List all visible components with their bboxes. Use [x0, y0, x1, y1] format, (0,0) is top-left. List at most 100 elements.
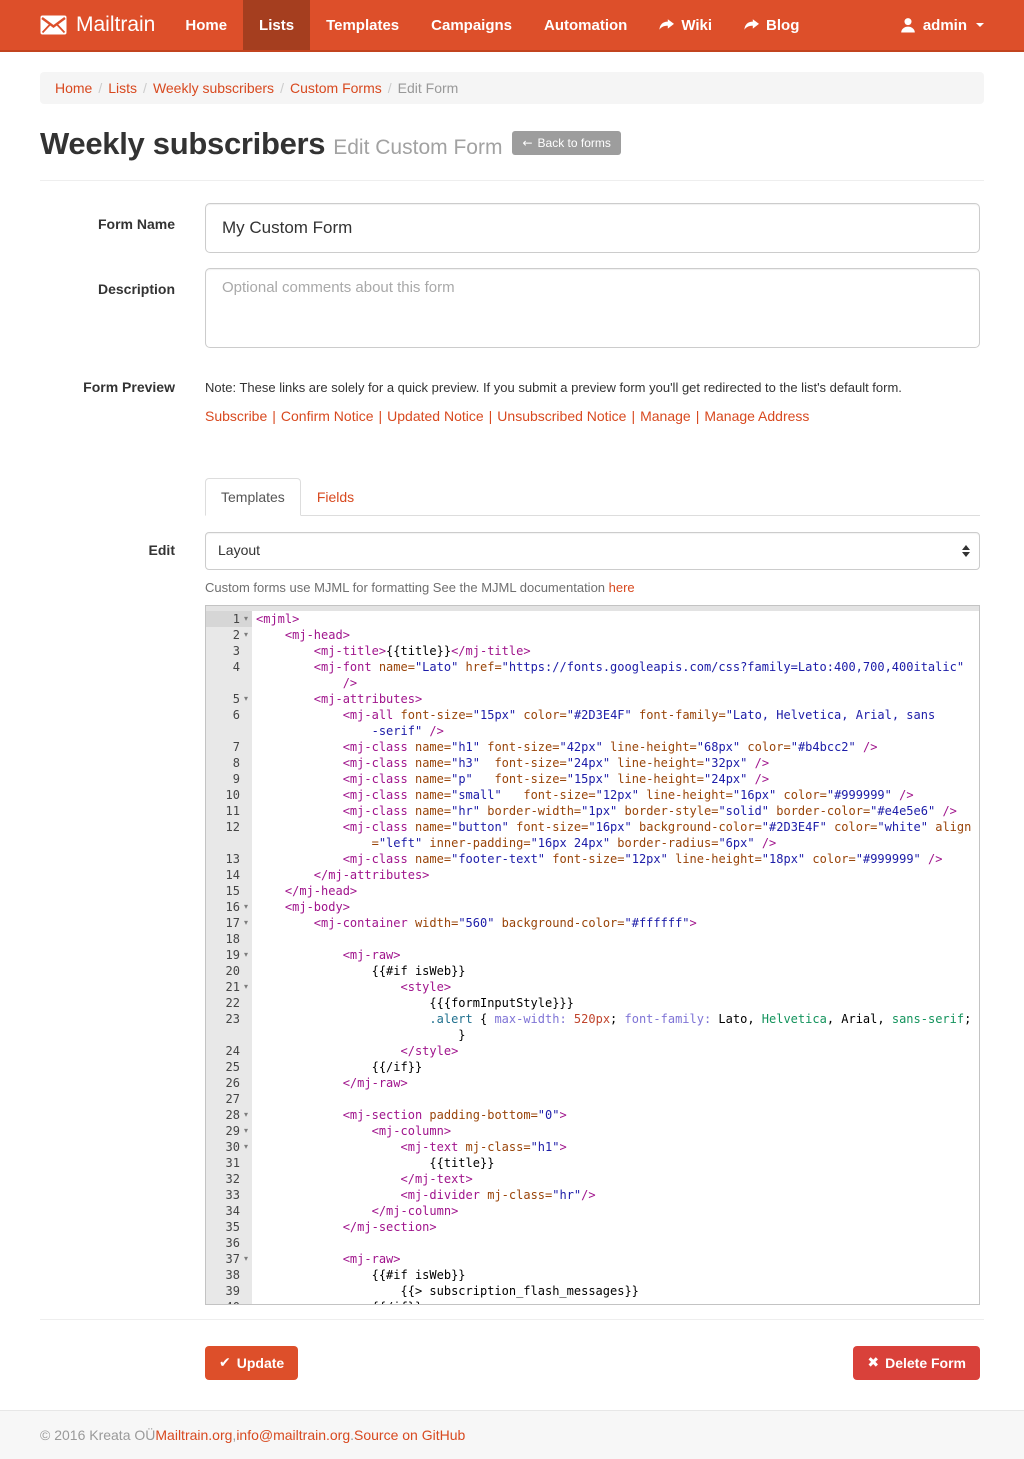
code-line-25[interactable]: 25 {{/if}}	[206, 1059, 979, 1075]
code-line-37[interactable]: 37▾ <mj-raw>	[206, 1251, 979, 1267]
nav-item-label: Wiki	[681, 17, 712, 34]
code-line-35[interactable]: 35 </mj-section>	[206, 1219, 979, 1235]
nav-item-campaigns[interactable]: Campaigns	[415, 0, 528, 50]
code-line-1[interactable]: 1▾<mjml>	[206, 611, 979, 627]
line-number: 25	[226, 1059, 240, 1075]
description-textarea[interactable]	[205, 268, 980, 348]
preview-link-subscribe[interactable]: Subscribe	[205, 408, 267, 424]
delete-form-button[interactable]: ✖Delete Form	[853, 1346, 980, 1380]
preview-link-updated-notice[interactable]: Updated Notice	[387, 408, 484, 424]
code-text: <mj-class name="small" font-size="12px" …	[252, 787, 914, 803]
code-line-27[interactable]: 27	[206, 1091, 979, 1107]
code-line-39[interactable]: 39 {{> subscription_flash_messages}}	[206, 1283, 979, 1299]
code-line-wrap[interactable]: />	[206, 675, 979, 691]
breadcrumb-link-home[interactable]: Home	[55, 80, 92, 96]
share-arrow-icon	[744, 19, 759, 32]
code-line-17[interactable]: 17▾ <mj-container width="560" background…	[206, 915, 979, 931]
code-line-8[interactable]: 8 <mj-class name="h3" font-size="24px" l…	[206, 755, 979, 771]
line-number: 28	[226, 1107, 240, 1123]
nav-item-home[interactable]: Home	[169, 0, 243, 50]
code-line-9[interactable]: 9 <mj-class name="p" font-size="15px" li…	[206, 771, 979, 787]
fold-arrow-icon[interactable]: ▾	[240, 691, 252, 707]
gutter-cell: 4	[206, 659, 252, 675]
breadcrumb-link-weekly-subscribers[interactable]: Weekly subscribers	[153, 80, 274, 96]
footer-link-email[interactable]: info@mailtrain.org	[236, 1427, 350, 1443]
code-line-wrap[interactable]: -serif" />	[206, 723, 979, 739]
back-to-forms-button[interactable]: ←Back to forms	[512, 131, 620, 155]
fold-arrow-icon[interactable]: ▾	[240, 1251, 252, 1267]
line-number: 29	[226, 1123, 240, 1139]
line-number: 37	[226, 1251, 240, 1267]
mjml-code-editor[interactable]: 1▾<mjml>2▾ <mj-head>3 <mj-title>{{title}…	[205, 605, 980, 1305]
fold-arrow-icon[interactable]: ▾	[240, 915, 252, 931]
code-line-26[interactable]: 26 </mj-raw>	[206, 1075, 979, 1091]
brand[interactable]: Mailtrain	[40, 0, 155, 50]
code-line-21[interactable]: 21▾ <style>	[206, 979, 979, 995]
tab-fields[interactable]: Fields	[301, 478, 370, 516]
code-line-wrap[interactable]: ="left" inner-padding="16px 24px" border…	[206, 835, 979, 851]
footer-link-github[interactable]: Source on GitHub	[354, 1427, 465, 1443]
breadcrumb-link-custom-forms[interactable]: Custom Forms	[290, 80, 382, 96]
code-line-33[interactable]: 33 <mj-divider mj-class="hr"/>	[206, 1187, 979, 1203]
code-line-40[interactable]: 40 {{/if}}	[206, 1299, 979, 1305]
code-text	[252, 931, 256, 947]
code-line-29[interactable]: 29▾ <mj-column>	[206, 1123, 979, 1139]
code-line-2[interactable]: 2▾ <mj-head>	[206, 627, 979, 643]
code-line-10[interactable]: 10 <mj-class name="small" font-size="12p…	[206, 787, 979, 803]
code-line-31[interactable]: 31 {{title}}	[206, 1155, 979, 1171]
code-text: {{> subscription_flash_messages}}	[252, 1283, 639, 1299]
code-line-13[interactable]: 13 <mj-class name="footer-text" font-siz…	[206, 851, 979, 867]
fold-arrow-icon[interactable]: ▾	[240, 1107, 252, 1123]
preview-link-manage-address[interactable]: Manage Address	[704, 408, 809, 424]
code-line-11[interactable]: 11 <mj-class name="hr" border-width="1px…	[206, 803, 979, 819]
nav-item-lists[interactable]: Lists	[243, 0, 310, 50]
code-line-6[interactable]: 6 <mj-all font-size="15px" color="#2D3E4…	[206, 707, 979, 723]
form-name-input[interactable]	[205, 203, 980, 253]
fold-arrow-icon[interactable]: ▾	[240, 899, 252, 915]
code-line-16[interactable]: 16▾ <mj-body>	[206, 899, 979, 915]
code-line-30[interactable]: 30▾ <mj-text mj-class="h1">	[206, 1139, 979, 1155]
code-line-12[interactable]: 12 <mj-class name="button" font-size="16…	[206, 819, 979, 835]
tab-templates[interactable]: Templates	[205, 478, 301, 516]
nav-item-blog[interactable]: Blog	[728, 0, 815, 50]
fold-arrow-icon[interactable]: ▾	[240, 611, 252, 627]
code-line-24[interactable]: 24 </style>	[206, 1043, 979, 1059]
update-button[interactable]: ✔Update	[205, 1346, 298, 1380]
code-line-38[interactable]: 38 {{#if isWeb}}	[206, 1267, 979, 1283]
gutter-cell: 25	[206, 1059, 252, 1075]
breadcrumb-link-lists[interactable]: Lists	[108, 80, 137, 96]
nav-item-wiki[interactable]: Wiki	[643, 0, 728, 50]
code-line-34[interactable]: 34 </mj-column>	[206, 1203, 979, 1219]
code-line-28[interactable]: 28▾ <mj-section padding-bottom="0">	[206, 1107, 979, 1123]
code-line-7[interactable]: 7 <mj-class name="h1" font-size="42px" l…	[206, 739, 979, 755]
code-line-14[interactable]: 14 </mj-attributes>	[206, 867, 979, 883]
user-menu[interactable]: admin	[900, 17, 984, 34]
code-line-22[interactable]: 22 {{{formInputStyle}}}	[206, 995, 979, 1011]
code-line-3[interactable]: 3 <mj-title>{{title}}</mj-title>	[206, 643, 979, 659]
code-line-18[interactable]: 18	[206, 931, 979, 947]
fold-arrow-icon[interactable]: ▾	[240, 947, 252, 963]
code-line-20[interactable]: 20 {{#if isWeb}}	[206, 963, 979, 979]
fold-arrow-icon[interactable]: ▾	[240, 627, 252, 643]
code-line-36[interactable]: 36	[206, 1235, 979, 1251]
code-line-32[interactable]: 32 </mj-text>	[206, 1171, 979, 1187]
template-select[interactable]: Layout	[205, 532, 980, 570]
code-line-5[interactable]: 5▾ <mj-attributes>	[206, 691, 979, 707]
nav-item-automation[interactable]: Automation	[528, 0, 643, 50]
gutter-cell: 29▾	[206, 1123, 252, 1139]
code-line-wrap[interactable]: }	[206, 1027, 979, 1043]
code-text: <mj-section padding-bottom="0">	[252, 1107, 567, 1123]
preview-link-confirm-notice[interactable]: Confirm Notice	[281, 408, 374, 424]
mjml-docs-link[interactable]: here	[609, 580, 635, 595]
fold-arrow-icon[interactable]: ▾	[240, 979, 252, 995]
code-line-19[interactable]: 19▾ <mj-raw>	[206, 947, 979, 963]
nav-item-templates[interactable]: Templates	[310, 0, 415, 50]
code-line-23[interactable]: 23 .alert { max-width: 520px; font-famil…	[206, 1011, 979, 1027]
fold-arrow-icon[interactable]: ▾	[240, 1139, 252, 1155]
preview-link-unsubscribed-notice[interactable]: Unsubscribed Notice	[497, 408, 626, 424]
code-line-4[interactable]: 4 <mj-font name="Lato" href="https://fon…	[206, 659, 979, 675]
fold-arrow-icon[interactable]: ▾	[240, 1123, 252, 1139]
code-line-15[interactable]: 15 </mj-head>	[206, 883, 979, 899]
preview-link-manage[interactable]: Manage	[640, 408, 691, 424]
footer-link-mailtrain[interactable]: Mailtrain.org	[155, 1427, 232, 1443]
